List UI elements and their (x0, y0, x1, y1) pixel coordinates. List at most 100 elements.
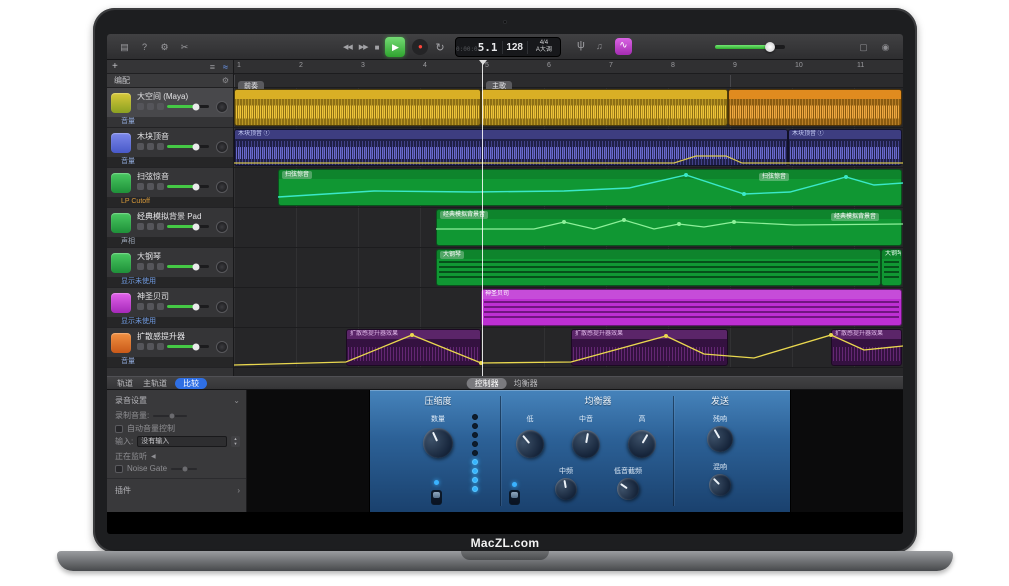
pan-knob[interactable] (216, 181, 228, 193)
audio-region[interactable]: 木块顶音 ① (234, 129, 788, 166)
track-header-4[interactable]: 经典模拟背景 Pad 声相 (107, 208, 233, 248)
midi-region[interactable]: 大钢琴 (881, 249, 902, 286)
mute-button[interactable] (137, 143, 144, 150)
track-volume-slider[interactable] (167, 305, 209, 308)
audio-region[interactable] (481, 89, 728, 126)
library-icon[interactable]: ▤ (117, 40, 132, 55)
track-volume-slider[interactable] (167, 145, 209, 148)
lane-1[interactable] (234, 88, 903, 128)
display-icon[interactable]: ▢ (857, 41, 870, 54)
editors-scissors-icon[interactable]: ✂ (177, 40, 192, 55)
tuning-fork-icon[interactable]: ψ (577, 39, 585, 51)
track-header-2[interactable]: 木块顶音 音量 (107, 128, 233, 168)
track-header-7[interactable]: 扩散感提升器 音量 (107, 328, 233, 368)
mute-button[interactable] (137, 343, 144, 350)
pan-knob[interactable] (216, 301, 228, 313)
arrangement-track[interactable]: 前奏 主歌 (234, 74, 903, 88)
audio-region[interactable]: 扩散感提升器效果 (346, 329, 481, 366)
audio-region[interactable] (728, 89, 902, 126)
pan-knob[interactable] (216, 261, 228, 273)
lane-4[interactable]: 经典模拟背景音 经典模拟背景音 (234, 208, 903, 248)
mute-button[interactable] (137, 183, 144, 190)
solo-button[interactable] (147, 143, 154, 150)
automation-button[interactable] (157, 183, 164, 190)
eq-mid-knob[interactable] (570, 428, 602, 460)
automation-param-label[interactable]: LP Cutoff (107, 197, 233, 207)
track-instrument-icon[interactable] (111, 93, 131, 113)
mixer-icon[interactable]: ≡ (210, 61, 215, 73)
record-button[interactable]: ● (412, 39, 428, 55)
mute-button[interactable] (137, 303, 144, 310)
track-volume-slider[interactable] (167, 185, 209, 188)
audio-region[interactable]: 扩散感提升器效果 (571, 329, 728, 366)
arrangement-section-empty[interactable] (730, 75, 902, 87)
help-icon[interactable]: ? (137, 40, 152, 55)
noise-gate-checkbox[interactable] (115, 465, 123, 473)
pan-knob[interactable] (216, 341, 228, 353)
automation-param-label[interactable]: 显示未使用 (107, 317, 233, 327)
solo-button[interactable] (147, 103, 154, 110)
compressor-power-switch[interactable] (431, 490, 442, 505)
track-instrument-icon[interactable] (111, 293, 131, 313)
tab-eq[interactable]: 均衡器 (514, 378, 538, 389)
track-instrument-icon[interactable] (111, 173, 131, 193)
automation-button[interactable] (157, 303, 164, 310)
eq-low-knob[interactable] (510, 424, 549, 463)
cycle-button[interactable]: ↻ (435, 41, 444, 54)
arrangement-row-header[interactable]: 编配 ⚙ (107, 74, 233, 88)
track-volume-slider[interactable] (167, 265, 209, 268)
track-volume-slider[interactable] (167, 225, 209, 228)
lcd-display[interactable]: 0:00:05.1 128 4/4 A大调 (455, 37, 561, 57)
stop-button[interactable]: ■ (375, 43, 379, 52)
master-volume-slider[interactable] (715, 45, 785, 49)
rewind-button[interactable]: ◀◀ (343, 43, 352, 51)
track-volume-slider[interactable] (167, 345, 209, 348)
pan-knob[interactable] (216, 221, 228, 233)
eq-power-switch[interactable] (509, 490, 520, 505)
track-instrument-icon[interactable] (111, 253, 131, 273)
track-header-5[interactable]: 大钢琴 显示未使用 (107, 248, 233, 288)
tab-master[interactable]: 主轨道 (143, 378, 167, 389)
solo-button[interactable] (147, 263, 154, 270)
track-instrument-icon[interactable] (111, 213, 131, 233)
noise-gate-slider[interactable] (171, 468, 197, 470)
mute-button[interactable] (137, 223, 144, 230)
gear-icon[interactable]: ⚙ (222, 74, 229, 87)
input-stepper[interactable]: ▲▼ (231, 436, 240, 447)
lane-3[interactable]: 扫弦惊音 扫弦惊音 (234, 168, 903, 208)
reverb-send-knob[interactable] (702, 421, 738, 457)
compressor-amount-knob[interactable] (418, 423, 458, 463)
automation-param-label[interactable]: 显示未使用 (107, 277, 233, 287)
mute-button[interactable] (137, 263, 144, 270)
monitoring-speaker-icon[interactable]: ◀ (151, 453, 156, 460)
mute-button[interactable] (137, 103, 144, 110)
input-select[interactable]: 没有输入 (137, 436, 227, 447)
forward-button[interactable]: ▶▶ (359, 43, 368, 51)
automation-button[interactable] (157, 143, 164, 150)
eq-high-knob[interactable] (623, 425, 661, 463)
automation-param-label[interactable]: 音量 (107, 117, 233, 127)
automation-button[interactable] (157, 223, 164, 230)
tab-tracks[interactable]: 轨道 (117, 378, 133, 389)
automation-param-label[interactable]: 音量 (107, 157, 233, 167)
tab-controls[interactable]: 控制器 (467, 378, 507, 389)
lane-2[interactable]: 木块顶音 ① 木块顶音 ① (234, 128, 903, 168)
eq-lowcut-knob[interactable] (613, 474, 644, 505)
track-instrument-icon[interactable] (111, 133, 131, 153)
automation-region[interactable]: 扫弦惊音 扫弦惊音 (278, 169, 902, 206)
solo-button[interactable] (147, 223, 154, 230)
chevron-right-icon[interactable]: › (237, 486, 240, 495)
loop-browser-button[interactable]: ∿ (615, 38, 632, 55)
midi-region[interactable]: 神圣贝司 (481, 289, 902, 326)
audio-region[interactable]: 扩散感提升器效果 (831, 329, 902, 366)
midi-region[interactable]: 大钢琴 (436, 249, 881, 286)
audio-region[interactable] (234, 89, 481, 126)
settings-icon[interactable]: ⚙ (157, 40, 172, 55)
auto-level-checkbox[interactable] (115, 425, 123, 433)
record-level-slider[interactable] (153, 415, 187, 417)
tab-compare[interactable]: 比较 (175, 378, 207, 389)
lane-6[interactable]: 神圣贝司 (234, 288, 903, 328)
solo-button[interactable] (147, 343, 154, 350)
chevron-down-icon[interactable]: ⌄ (233, 396, 240, 405)
automation-icon[interactable]: ≈ (223, 61, 228, 73)
